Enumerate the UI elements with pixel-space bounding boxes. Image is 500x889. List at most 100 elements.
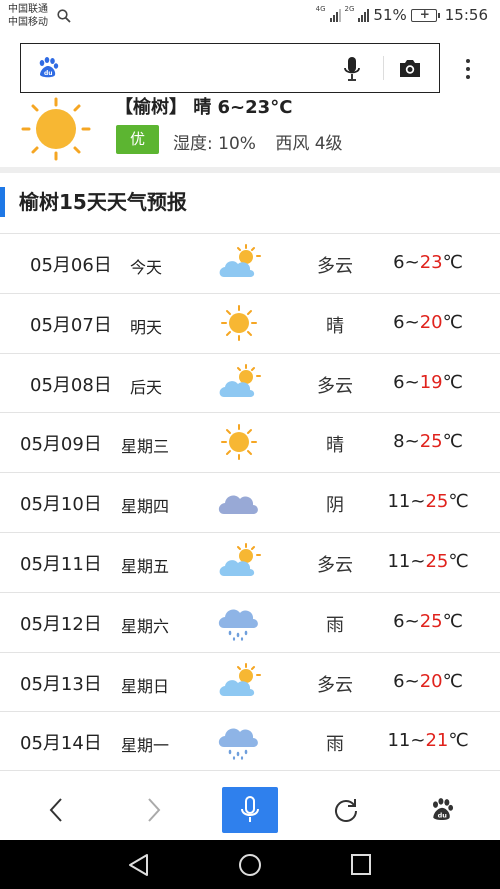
forecast-row[interactable]: 05月12日 星期六 雨 6~25℃ <box>0 591 500 652</box>
forecast-temperature: 6~20℃ <box>366 671 490 692</box>
forecast-date: 05月10日 <box>20 494 102 516</box>
forecast-row[interactable]: 05月11日 星期五 多云 11~25℃ <box>0 531 500 592</box>
baidu-home-button[interactable]: du <box>414 787 470 833</box>
carrier-1: 中国联通 <box>8 4 48 15</box>
temp-unit: ℃ <box>442 252 463 273</box>
more-vertical-icon[interactable] <box>458 57 478 81</box>
temp-low: 6~ <box>393 371 420 393</box>
forecast-weekday: 星期一 <box>121 736 170 756</box>
temp-low: 11~ <box>387 730 426 752</box>
forecast-temperature: 11~21℃ <box>366 730 490 751</box>
search-box[interactable]: du <box>20 43 440 93</box>
forecast-accent-bar <box>0 187 5 217</box>
weather-rain-icon <box>216 602 262 642</box>
battery-icon: + <box>410 7 440 22</box>
forecast-list: 05月06日 今天 多云 6~23℃ 05月07日 明天晴 6~20℃ 05月08日 后天 多云 6… <box>0 233 500 772</box>
temp-high: 25 <box>425 550 449 572</box>
nav-recents-icon[interactable] <box>347 852 375 878</box>
temp-high: 25 <box>419 610 443 632</box>
mic-icon[interactable] <box>343 56 361 82</box>
forecast-weekday: 星期四 <box>121 497 170 517</box>
search-status-icon <box>57 9 71 23</box>
humidity-text: 湿度: 10% <box>173 134 256 154</box>
refresh-button[interactable] <box>318 787 374 833</box>
temp-low: 6~ <box>393 670 420 692</box>
forecast-condition: 多云 <box>317 375 353 397</box>
forecast-temperature: 6~23℃ <box>366 252 490 273</box>
forecast-weekday: 星期六 <box>121 616 170 636</box>
temp-unit: ℃ <box>442 610 463 632</box>
temp-unit: ℃ <box>442 670 463 692</box>
temp-high: 25 <box>425 491 449 513</box>
clock: 15:56 <box>444 6 488 24</box>
baidu-paw-icon: du <box>39 57 59 78</box>
forecast-row[interactable]: 05月09日 星期三 晴 8~25℃ <box>0 412 500 472</box>
current-weather: 【榆树】 晴 6~23°C 优 湿度: 10% 西风 4级 <box>0 94 500 164</box>
weather-overcast-icon <box>216 482 262 522</box>
forecast-temperature: 6~19℃ <box>366 372 490 393</box>
back-button[interactable] <box>28 787 84 833</box>
temp-low: 11~ <box>387 550 426 572</box>
forecast-row[interactable]: 05月06日 今天 多云 6~23℃ <box>0 233 500 293</box>
battery-percent: 51% <box>373 6 407 24</box>
forecast-condition: 雨 <box>326 734 344 756</box>
temp-unit: ℃ <box>442 431 463 453</box>
network-tag-1: 4G <box>315 5 326 13</box>
weather-sunny-icon <box>216 422 262 462</box>
forecast-condition: 晴 <box>326 315 344 337</box>
forecast-condition: 多云 <box>317 256 353 277</box>
forecast-row[interactable]: 05月14日 星期一 雨 11~21℃ <box>0 711 500 772</box>
voice-icon <box>241 796 259 822</box>
temp-low: 6~ <box>393 610 420 632</box>
temp-high: 19 <box>419 371 443 393</box>
forecast-temperature: 11~25℃ <box>366 491 490 512</box>
weather-rain-icon <box>216 721 262 761</box>
section-divider <box>0 167 500 173</box>
wind-text: 西风 4级 <box>275 134 343 154</box>
temp-low: 6~ <box>393 252 420 273</box>
carrier-names: 中国联通 中国移动 <box>8 3 48 29</box>
temp-low: 8~ <box>393 431 420 453</box>
forecast-weekday: 明天 <box>130 317 163 337</box>
nav-back-icon[interactable] <box>125 852 153 878</box>
temp-unit: ℃ <box>448 550 469 572</box>
forecast-header: 榆树15天天气预报 <box>0 180 500 226</box>
back-icon <box>49 798 62 822</box>
air-quality-badge: 优 <box>116 125 159 154</box>
svg-text:du: du <box>438 812 448 820</box>
current-title: 【榆树】 晴 6~23°C <box>115 97 293 118</box>
refresh-icon <box>335 799 357 822</box>
forward-button[interactable] <box>126 787 182 833</box>
temp-high: 20 <box>419 311 443 333</box>
nav-home-icon[interactable] <box>236 852 264 878</box>
forecast-date: 05月14日 <box>20 733 102 755</box>
forecast-condition: 多云 <box>317 554 353 576</box>
status-bar: 中国联通 中国移动 4G 2G 51% + 15:56 <box>0 0 500 34</box>
forecast-date: 05月11日 <box>20 553 102 575</box>
forecast-temperature: 11~25℃ <box>366 551 490 572</box>
forecast-row[interactable]: 05月13日 星期日 多云 6~20℃ <box>0 651 500 712</box>
camera-icon[interactable] <box>398 57 422 79</box>
signal-icon-1 <box>329 8 341 22</box>
forecast-date: 05月12日 <box>20 613 102 635</box>
current-details: 湿度: 10% 西风 4级 <box>173 129 357 154</box>
forecast-weekday: 今天 <box>130 258 163 277</box>
temp-high: 23 <box>419 252 443 273</box>
weather-partly-cloudy-icon <box>216 363 262 403</box>
forecast-temperature: 6~25℃ <box>366 611 490 632</box>
forecast-row[interactable]: 05月08日 后天 多云 6~19℃ <box>0 352 500 413</box>
forecast-row[interactable]: 05月07日 明天 晴 6~20℃ <box>0 292 500 353</box>
temp-high: 21 <box>425 730 449 752</box>
voice-search-button[interactable] <box>222 787 278 833</box>
forecast-date: 05月07日 <box>30 314 112 336</box>
temp-unit: ℃ <box>442 371 463 393</box>
system-nav-bar <box>0 840 500 889</box>
status-right: 4G 2G 51% + 15:56 <box>315 5 488 25</box>
temp-unit: ℃ <box>442 311 463 333</box>
carrier-2: 中国移动 <box>8 17 48 28</box>
forecast-date: 05月09日 <box>20 434 102 456</box>
temp-low: 11~ <box>387 491 426 513</box>
forecast-weekday: 星期三 <box>121 437 170 457</box>
forecast-row[interactable]: 05月10日 星期四 阴 11~25℃ <box>0 472 500 532</box>
sun-icon <box>21 97 91 161</box>
